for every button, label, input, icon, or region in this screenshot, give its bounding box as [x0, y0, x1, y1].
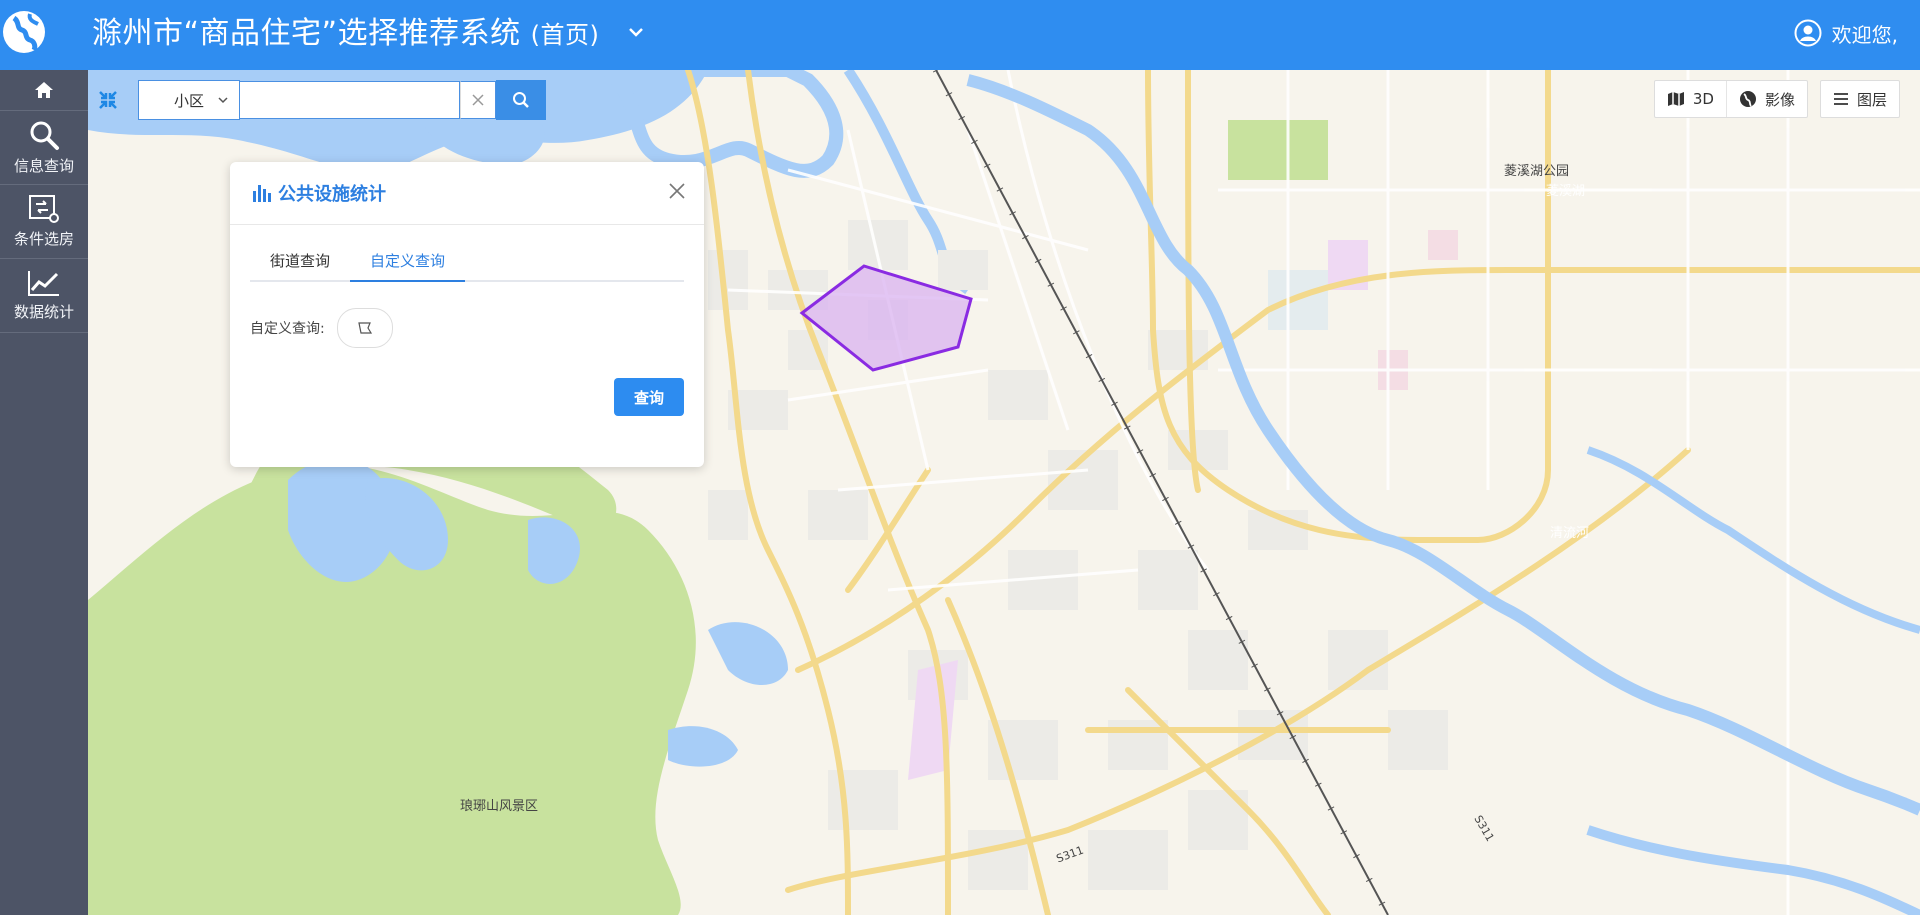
- welcome-text: 欢迎您,: [1831, 22, 1898, 47]
- river-east-2: [1586, 446, 1920, 634]
- sidebar-item-condition-select[interactable]: 条件选房: [0, 185, 88, 259]
- facility-stats-panel: 公共设施统计 街道查询 自定义查询 自定义查询: 查询: [230, 162, 704, 467]
- custom-query-label: 自定义查询:: [250, 321, 325, 337]
- 3d-button[interactable]: 3D: [1655, 81, 1726, 117]
- tab-custom-query[interactable]: 自定义查询: [350, 246, 466, 282]
- map-label-scenic: 琅琊山风景区: [460, 799, 539, 814]
- filter-settings-icon: [29, 195, 59, 223]
- custom-query-field: 自定义查询:: [250, 308, 393, 348]
- landuse-pink-3: [1428, 230, 1458, 260]
- map-search-bar: 小区: [88, 80, 546, 120]
- 3d-label: 3D: [1692, 90, 1714, 108]
- home-icon: [35, 82, 53, 98]
- line-chart-icon: [28, 271, 59, 296]
- sidebar: 信息查询 条件选房 数据统计: [0, 70, 88, 915]
- layers-button[interactable]: 图层: [1821, 81, 1899, 117]
- user-avatar-icon: [1794, 19, 1822, 47]
- bar-chart-icon: [253, 185, 271, 202]
- search-button[interactable]: [496, 80, 546, 120]
- page-subtitle: (首页): [530, 21, 600, 49]
- app-title: 滁州市“商品住宅”选择推荐系统 (首页): [92, 12, 599, 57]
- search-type-select[interactable]: 小区: [138, 80, 240, 120]
- tab-street-query[interactable]: 街道查询: [250, 246, 350, 280]
- clear-button[interactable]: [460, 81, 496, 119]
- panel-header: 公共设施统计: [230, 162, 704, 225]
- app-title-text: 滁州市“商品住宅”选择推荐系统: [92, 16, 521, 51]
- pond: [668, 726, 738, 767]
- map-label-park: 菱溪湖公园: [1504, 164, 1570, 179]
- search-icon: [513, 92, 529, 108]
- search-icon: [30, 121, 59, 150]
- sidebar-item-label: 信息查询: [13, 157, 74, 175]
- map-toolbar: 3D 影像 图层: [1642, 80, 1900, 118]
- collapse-button[interactable]: [88, 80, 128, 120]
- park-green: [1228, 120, 1328, 180]
- sidebar-item-label: 数据统计: [13, 303, 74, 321]
- chevron-down-icon: [218, 97, 228, 104]
- imagery-button[interactable]: 影像: [1725, 81, 1807, 117]
- polygon-draw-icon: [357, 322, 372, 334]
- draw-polygon-button[interactable]: [336, 308, 393, 348]
- map-mode-group: 3D 影像: [1653, 80, 1808, 118]
- search-type-value: 小区: [173, 91, 204, 110]
- layers-group: 图层: [1819, 80, 1900, 118]
- panel-tabs: 街道查询 自定义查询: [250, 246, 684, 282]
- map-label-river: 清流河: [1550, 526, 1590, 541]
- layers-label: 图层: [1856, 90, 1887, 109]
- top-header: 滁州市“商品住宅”选择推荐系统 (首页) 欢迎您,: [0, 0, 1920, 70]
- search-input[interactable]: [240, 81, 460, 119]
- globe-icon: [1739, 91, 1756, 107]
- river-south: [1586, 825, 1920, 915]
- close-icon: [472, 94, 484, 106]
- sidebar-item-info-query[interactable]: 信息查询: [0, 111, 88, 185]
- globe-logo-icon: [3, 11, 45, 53]
- map-3d-icon: [1667, 92, 1684, 106]
- panel-title: 公共设施统计: [252, 180, 386, 206]
- sidebar-item-label: 条件选房: [13, 230, 74, 248]
- imagery-label: 影像: [1764, 90, 1795, 109]
- panel-title-text: 公共设施统计: [278, 184, 386, 205]
- collapse-arrows-icon: [99, 91, 117, 109]
- user-menu[interactable]: 欢迎您,: [1794, 16, 1898, 50]
- close-icon[interactable]: [668, 182, 686, 200]
- menu-icon: [1833, 93, 1848, 105]
- sidebar-item-data-stats[interactable]: 数据统计: [0, 259, 88, 333]
- sidebar-item-home[interactable]: [0, 70, 88, 111]
- map-label-lake: 菱溪湖: [1546, 184, 1586, 199]
- query-button[interactable]: 查询: [614, 378, 684, 416]
- chevron-down-icon[interactable]: [628, 24, 644, 40]
- green-lake-4: [708, 622, 788, 685]
